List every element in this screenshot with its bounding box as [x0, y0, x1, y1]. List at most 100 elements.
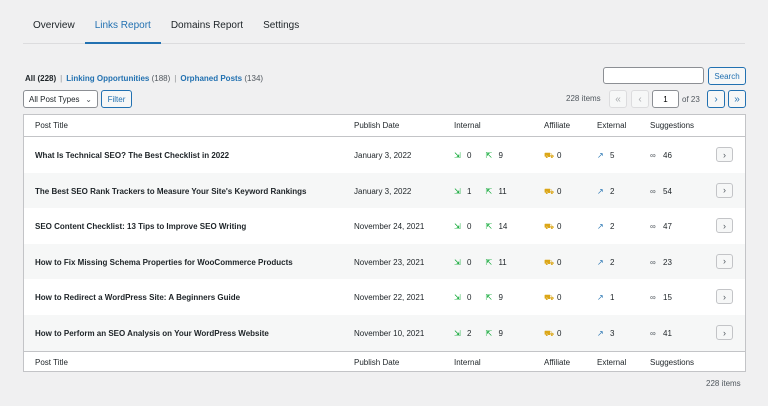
search-button[interactable]: Search — [708, 67, 746, 85]
internal-outbound-count[interactable]: 9 — [498, 293, 502, 302]
internal-inbound-icon: ⇲ — [454, 293, 461, 303]
internal-inbound-count[interactable]: 0 — [467, 151, 471, 160]
cart-icon: ⛟ — [544, 151, 555, 160]
column-publish-date[interactable]: Publish Date — [354, 121, 399, 130]
last-page-button[interactable]: » — [728, 90, 746, 108]
external-count[interactable]: 5 — [610, 151, 614, 160]
internal-links: ⇲ 0 ⇱ 11 — [454, 258, 521, 267]
suggestions-count[interactable]: 54 — [663, 187, 672, 196]
row-expand-button[interactable]: › — [716, 218, 733, 234]
column-affiliate[interactable]: Affiliate — [544, 121, 570, 130]
internal-inbound-count[interactable]: 0 — [467, 258, 471, 267]
external-count[interactable]: 2 — [610, 222, 614, 231]
external-count[interactable]: 1 — [610, 293, 614, 302]
external-count[interactable]: 3 — [610, 329, 614, 338]
filter-button[interactable]: Filter — [101, 90, 132, 108]
affiliate-count[interactable]: 0 — [557, 187, 561, 196]
external-link-icon: ↗ — [597, 329, 604, 338]
affiliate-count[interactable]: 0 — [557, 293, 561, 302]
filter-opportunities-count: (188) — [151, 74, 171, 83]
row-expand-button[interactable]: › — [716, 289, 733, 305]
row-expand-button[interactable]: › — [716, 325, 733, 340]
nav-tabs: Overview Links Report Domains Report Set… — [23, 0, 745, 44]
internal-links: ⇲ 0 ⇱ 9 — [454, 151, 517, 160]
suggestions-count[interactable]: 23 — [663, 258, 672, 267]
post-type-selected: All Post Types — [29, 94, 80, 104]
column-post-title[interactable]: Post Title — [35, 358, 68, 367]
column-internal[interactable]: Internal — [454, 358, 481, 367]
prev-page-button[interactable]: ‹ — [631, 90, 649, 108]
post-type-select[interactable]: All Post Types ⌄ — [23, 90, 98, 108]
tab-domains-report[interactable]: Domains Report — [161, 0, 253, 44]
separator: | — [174, 74, 177, 83]
internal-inbound-count[interactable]: 0 — [467, 222, 471, 231]
column-post-title[interactable]: Post Title — [35, 121, 68, 130]
post-title-link[interactable]: How to Fix Missing Schema Properties for… — [35, 258, 293, 267]
suggestions-count[interactable]: 41 — [663, 329, 672, 338]
affiliate-count[interactable]: 0 — [557, 222, 561, 231]
table-footer: Post Title Publish Date Internal Affilia… — [24, 351, 745, 373]
internal-outbound-count[interactable]: 9 — [498, 329, 502, 338]
external-count[interactable]: 2 — [610, 187, 614, 196]
view-filters: All (228) | Linking Opportunities (188) | Or… — [25, 74, 263, 83]
internal-outbound-count[interactable]: 14 — [498, 222, 507, 231]
chevron-down-icon: ⌄ — [85, 95, 92, 104]
external-link-icon: ↗ — [597, 222, 604, 232]
total-pages: of 23 — [682, 95, 700, 104]
publish-date: November 10, 2021 — [354, 329, 425, 338]
internal-inbound-count[interactable]: 1 — [467, 187, 471, 196]
column-publish-date[interactable]: Publish Date — [354, 358, 399, 367]
tab-settings[interactable]: Settings — [253, 0, 309, 44]
suggestions: ∞ 23 — [650, 258, 686, 267]
row-expand-button[interactable]: › — [716, 147, 733, 162]
row-expand-button[interactable]: › — [716, 253, 733, 269]
row-expand-button[interactable]: › — [716, 182, 733, 198]
suggestions: ∞ 54 — [650, 187, 686, 196]
first-page-button[interactable]: « — [609, 90, 627, 108]
chevron-right-icon: › — [723, 291, 726, 302]
suggestions: ∞ 47 — [650, 222, 686, 231]
column-external[interactable]: External — [597, 121, 626, 130]
filter-orphaned-posts[interactable]: Orphaned Posts (134) — [180, 74, 263, 83]
affiliate-links: ⛟ 0 — [544, 293, 575, 303]
post-title-link[interactable]: How to Redirect a WordPress Site: A Begi… — [35, 293, 240, 302]
external-count[interactable]: 2 — [610, 258, 614, 267]
filter-all[interactable]: All (228) — [25, 74, 56, 83]
suggestions-count[interactable]: 46 — [663, 151, 672, 160]
filter-linking-opportunities[interactable]: Linking Opportunities (188) — [66, 74, 170, 83]
column-affiliate[interactable]: Affiliate — [544, 358, 570, 367]
column-suggestions[interactable]: Suggestions — [650, 358, 694, 367]
tab-overview[interactable]: Overview — [23, 0, 85, 44]
search-input[interactable] — [603, 67, 704, 84]
internal-outbound-icon: ⇱ — [485, 257, 493, 267]
column-internal[interactable]: Internal — [454, 121, 481, 130]
post-title-link[interactable]: What Is Technical SEO? The Best Checklis… — [35, 151, 229, 160]
suggestions-count[interactable]: 47 — [663, 222, 672, 231]
column-external[interactable]: External — [597, 358, 626, 367]
internal-outbound-count[interactable]: 9 — [498, 151, 502, 160]
table-row: SEO Content Checklist: 13 Tips to Improv… — [24, 208, 745, 244]
tab-links-report[interactable]: Links Report — [84, 0, 161, 44]
affiliate-count[interactable]: 0 — [557, 329, 561, 338]
external-link-icon: ↗ — [597, 151, 604, 160]
internal-inbound-icon: ⇲ — [454, 186, 461, 196]
post-title-link[interactable]: How to Perform an SEO Analysis on Your W… — [35, 329, 269, 338]
affiliate-count[interactable]: 0 — [557, 151, 561, 160]
internal-inbound-icon: ⇲ — [454, 257, 461, 267]
chevron-right-icon: › — [723, 149, 726, 160]
column-suggestions[interactable]: Suggestions — [650, 121, 694, 130]
internal-links: ⇲ 0 ⇱ 14 — [454, 222, 521, 231]
affiliate-links: ⛟ 0 — [544, 222, 575, 232]
internal-inbound-count[interactable]: 2 — [467, 329, 471, 338]
post-title-link[interactable]: SEO Content Checklist: 13 Tips to Improv… — [35, 222, 246, 231]
internal-outbound-count[interactable]: 11 — [498, 258, 506, 267]
internal-outbound-count[interactable]: 11 — [498, 187, 506, 196]
post-title-link[interactable]: The Best SEO Rank Trackers to Measure Yo… — [35, 187, 306, 196]
cart-icon: ⛟ — [544, 293, 555, 303]
affiliate-count[interactable]: 0 — [557, 258, 561, 267]
cart-icon: ⛟ — [544, 186, 555, 196]
next-page-button[interactable]: › — [707, 90, 725, 108]
suggestions-count[interactable]: 15 — [663, 293, 672, 302]
internal-inbound-count[interactable]: 0 — [467, 293, 471, 302]
current-page-input[interactable] — [652, 90, 679, 108]
